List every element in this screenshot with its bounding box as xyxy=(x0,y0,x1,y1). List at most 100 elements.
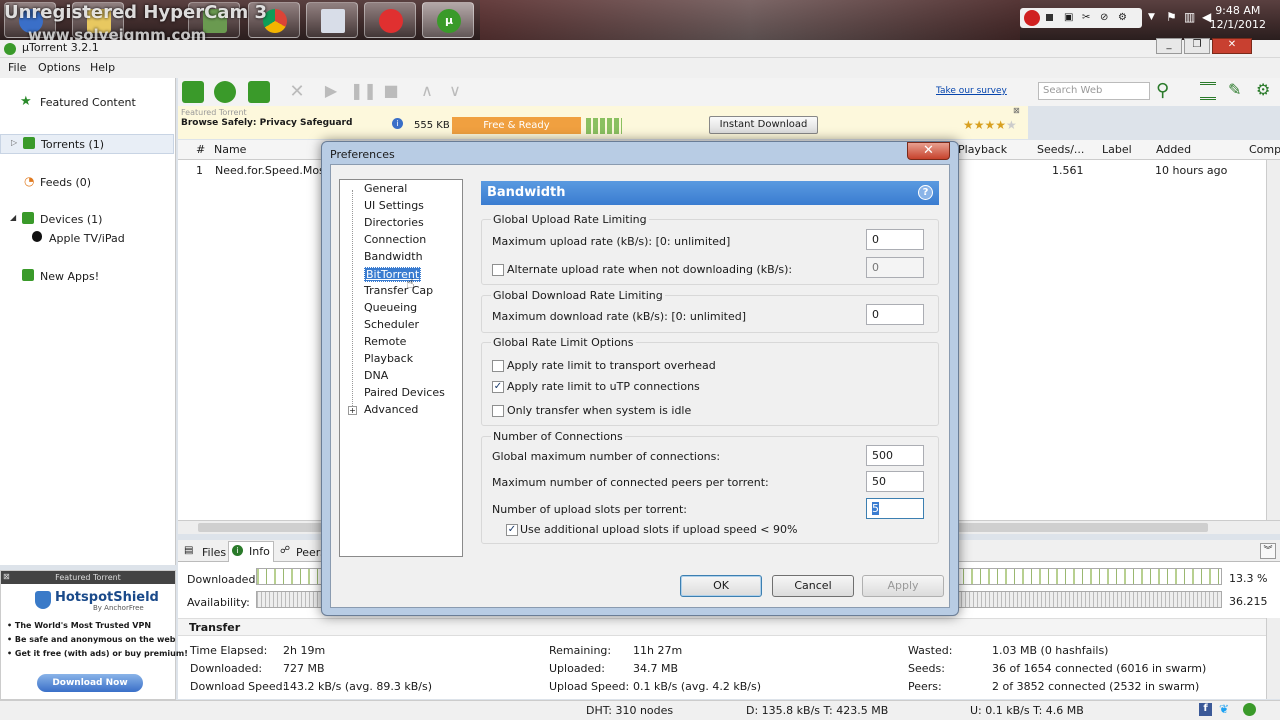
extra-slots-checkbox[interactable]: ✓ xyxy=(506,524,518,536)
pause-icon[interactable]: ❚❚ xyxy=(350,81,377,103)
sidebar-item-new-apps[interactable]: New Apps! xyxy=(0,268,174,286)
stop-icon[interactable] xyxy=(1046,14,1053,21)
clock[interactable]: 9:48 AM 12/1/2012 xyxy=(1210,4,1266,32)
start-icon[interactable]: ▶ xyxy=(320,81,342,103)
preferences-icon[interactable]: ⚙ xyxy=(1256,80,1270,99)
tab-info[interactable]: i Info xyxy=(228,541,274,562)
col-num[interactable]: # xyxy=(196,143,205,156)
collapse-panel-button[interactable]: ︾ xyxy=(1260,543,1276,559)
tree-item-bandwidth[interactable]: Bandwidth xyxy=(364,250,423,263)
col-added[interactable]: Added xyxy=(1156,143,1191,156)
info-scrollbar[interactable] xyxy=(1266,618,1280,699)
featured-title[interactable]: Browse Safely: Privacy Safeguard xyxy=(181,118,352,128)
col-label[interactable]: Label xyxy=(1102,143,1132,156)
sidebar-item-apple-tv[interactable]: Apple TV/iPad xyxy=(0,230,174,248)
sidebar-item-torrents[interactable]: ▷ Torrents (1) xyxy=(0,134,174,154)
create-torrent-icon[interactable] xyxy=(248,81,270,103)
sidebar-item-feeds[interactable]: ◔ Feeds (0) xyxy=(0,174,174,192)
expand-arrow-icon[interactable]: ▷ xyxy=(11,138,17,147)
window-close-button[interactable]: ✕ xyxy=(1212,38,1252,54)
col-completed[interactable]: Comp xyxy=(1249,143,1280,156)
download-now-button[interactable]: Download Now xyxy=(37,674,143,692)
close-ad-icon[interactable]: ⊠ xyxy=(3,572,10,581)
tree-item-transfer-cap[interactable]: Transfer Cap xyxy=(364,284,433,297)
add-url-icon[interactable] xyxy=(214,81,236,103)
minimize-button[interactable]: _ xyxy=(1156,38,1182,54)
max-upload-input[interactable]: 0 xyxy=(866,229,924,250)
tree-item-directories[interactable]: Directories xyxy=(364,216,424,229)
utp-checkbox[interactable]: ✓ xyxy=(492,381,504,393)
search-input[interactable]: Search Web xyxy=(1038,82,1150,100)
add-torrent-icon[interactable] xyxy=(182,81,204,103)
maximize-button[interactable]: ❐ xyxy=(1184,38,1210,54)
apply-button[interactable]: Apply xyxy=(862,575,944,597)
health-bars-icon xyxy=(586,118,622,134)
taskbar-app-window[interactable] xyxy=(306,2,358,38)
twitter-icon[interactable]: ❦ xyxy=(1219,702,1229,716)
tree-item-queueing[interactable]: Queueing xyxy=(364,301,417,314)
col-seeds[interactable]: Seeds/... xyxy=(1037,143,1084,156)
remove-icon[interactable]: ✕ xyxy=(286,81,308,103)
tree-item-connection[interactable]: Connection xyxy=(364,233,426,246)
list-vertical-scrollbar[interactable] xyxy=(1266,160,1280,520)
menu-options[interactable]: Options xyxy=(38,61,80,74)
tree-item-advanced[interactable]: Advanced xyxy=(364,403,418,416)
tree-item-ui-settings[interactable]: UI Settings xyxy=(364,199,424,212)
survey-link[interactable]: Take our survey xyxy=(936,86,1007,96)
list-view-icon[interactable] xyxy=(1200,82,1216,100)
pause-record-icon[interactable] xyxy=(1024,10,1040,26)
ok-button[interactable]: OK xyxy=(680,575,762,597)
recorder-controls[interactable]: ▣ ✂ ⊘ ⚙ xyxy=(1020,8,1142,28)
alt-upload-checkbox[interactable] xyxy=(492,264,504,276)
upload-slots-input[interactable]: 5 xyxy=(866,498,924,519)
sidebar-item-featured[interactable]: ★ Featured Content xyxy=(0,94,174,112)
tree-item-general[interactable]: General xyxy=(364,182,407,195)
uploaded-value: 34.7 MB xyxy=(633,662,679,675)
move-down-icon[interactable]: ∨ xyxy=(444,81,466,103)
edit-icon[interactable]: ✎ xyxy=(1228,80,1241,99)
tree-item-scheduler[interactable]: Scheduler xyxy=(364,318,419,331)
mouse-cursor-icon: ☝ xyxy=(406,276,415,292)
global-max-input[interactable]: 500 xyxy=(866,445,924,466)
sidebar-item-devices[interactable]: ◢ Devices (1) xyxy=(0,211,174,229)
time-elapsed-label: Time Elapsed: xyxy=(190,644,268,657)
tray-expand-icon[interactable]: ▼ xyxy=(1148,12,1155,22)
taskbar-app-utorrent[interactable]: µ xyxy=(422,2,474,38)
instant-download-button[interactable]: Instant Download xyxy=(709,116,818,134)
close-ad-icon[interactable]: ⊠ xyxy=(1013,106,1020,115)
expand-advanced-icon[interactable]: + xyxy=(348,406,357,415)
info-icon[interactable]: i xyxy=(392,118,403,129)
tree-item-remote[interactable]: Remote xyxy=(364,335,406,348)
move-up-icon[interactable]: ∧ xyxy=(416,81,438,103)
tree-item-paired-devices[interactable]: Paired Devices xyxy=(364,386,445,399)
camera-icon[interactable]: ▣ xyxy=(1064,12,1073,23)
utorrent-status-icon[interactable] xyxy=(1243,703,1256,716)
col-name[interactable]: Name xyxy=(214,143,246,156)
col-playback[interactable]: Playback xyxy=(958,143,1007,156)
peers-per-torrent-input[interactable]: 50 xyxy=(866,471,924,492)
idle-only-checkbox[interactable] xyxy=(492,405,504,417)
tree-item-dna[interactable]: DNA xyxy=(364,369,388,382)
network-icon[interactable]: ▥ xyxy=(1184,10,1195,24)
menu-file[interactable]: File xyxy=(8,61,26,74)
search-icon[interactable]: ⚲ xyxy=(1156,80,1169,101)
cancel-button[interactable]: Cancel xyxy=(772,575,854,597)
tab-files[interactable]: ▤ Files xyxy=(182,543,230,561)
collapse-arrow-icon[interactable]: ◢ xyxy=(10,213,16,222)
app-title: µTorrent 3.2.1 xyxy=(22,41,99,54)
help-icon[interactable]: ? xyxy=(918,185,933,200)
dialog-close-button[interactable]: ✕ xyxy=(907,142,950,160)
settings-icon[interactable]: ⚙ xyxy=(1118,12,1127,23)
transport-overhead-checkbox[interactable] xyxy=(492,360,504,372)
max-download-input[interactable]: 0 xyxy=(866,304,924,325)
taskbar-app-record[interactable] xyxy=(364,2,416,38)
tree-item-playback[interactable]: Playback xyxy=(364,352,413,365)
menu-help[interactable]: Help xyxy=(90,61,115,74)
stop-icon[interactable]: ■ xyxy=(380,81,402,103)
tool-icon[interactable]: ✂ xyxy=(1082,12,1090,23)
facebook-icon[interactable]: f xyxy=(1199,703,1212,716)
link-icon[interactable]: ⊘ xyxy=(1100,12,1108,23)
alt-upload-input[interactable]: 0 xyxy=(866,257,924,278)
preferences-tree: General UI Settings Directories Connecti… xyxy=(339,179,463,557)
flag-icon[interactable]: ⚑ xyxy=(1166,10,1177,24)
